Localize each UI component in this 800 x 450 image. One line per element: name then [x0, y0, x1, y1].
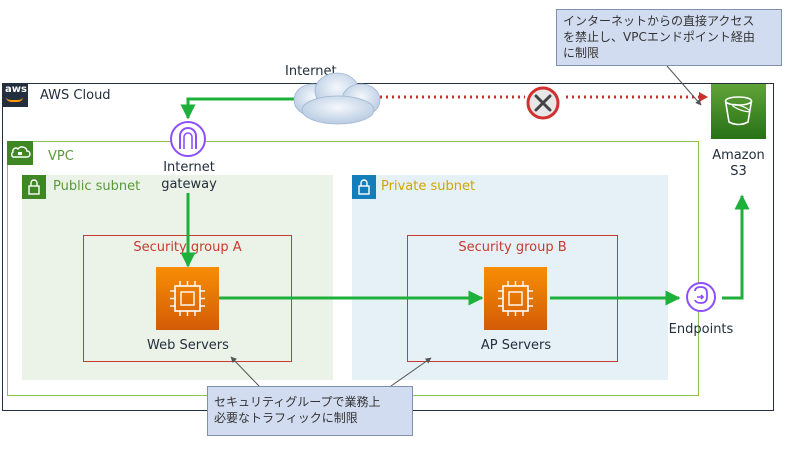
callout-bottom-line2: 必要なトラフィックに制限	[214, 411, 358, 425]
internet-to-gateway-line	[180, 97, 296, 120]
web-servers-ec2-icon	[156, 267, 219, 330]
web-servers-label: Web Servers	[147, 338, 229, 353]
callout-bottom-pointer-left	[230, 356, 260, 387]
callout-top-line1: インターネットからの直接アクセス	[563, 14, 755, 28]
callout-top-note: インターネットからの直接アクセス を禁止し、VPCエンドポイント経由 に制限	[556, 9, 782, 66]
ap-servers-label: AP Servers	[480, 338, 552, 353]
callout-top-line2: を禁止し、VPCエンドポイント経由	[563, 30, 755, 44]
callout-bottom-line1: セキュリティグループで業務上	[214, 395, 381, 409]
s3-label-line2: S3	[730, 164, 747, 179]
internet-gateway-label-line1: Internet	[163, 160, 215, 175]
callout-top-pointer	[666, 65, 702, 106]
callout-bottom-note: セキュリティグループで業務上 必要なトラフィックに制限	[207, 386, 413, 436]
callout-top-line3: に制限	[563, 46, 600, 60]
internet-label: Internet	[285, 64, 337, 79]
endpoints-label: Endpoints	[668, 322, 734, 337]
internet-gateway-label-line2: gateway	[161, 177, 217, 192]
ap-servers-ec2-icon	[484, 267, 547, 330]
callout-bottom-pointer-right	[390, 357, 432, 387]
connector-layer	[180, 65, 750, 387]
s3-label-line1: Amazon	[712, 148, 765, 163]
endpoint-to-s3-line	[722, 194, 750, 300]
s3-bucket-icon	[711, 84, 766, 139]
